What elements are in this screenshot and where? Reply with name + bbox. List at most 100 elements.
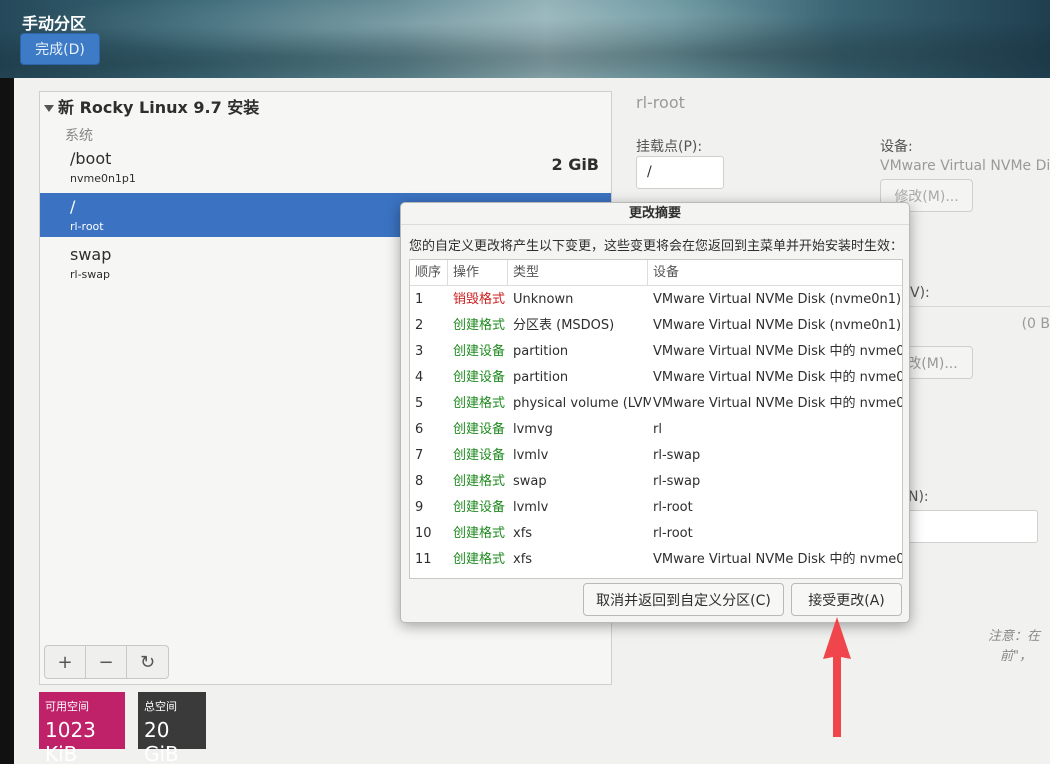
table-row[interactable]: 1 销毁格式 Unknown VMware Virtual NVMe Disk (nv… bbox=[410, 287, 902, 313]
partition-toolbar: + − ↻ bbox=[44, 645, 169, 679]
row-device: rl-root bbox=[653, 500, 693, 515]
row-operation: 销毁格式 bbox=[453, 292, 506, 307]
row-operation: 创建格式 bbox=[453, 474, 506, 489]
refresh-button[interactable]: ↻ bbox=[127, 646, 168, 678]
red-arrow-icon bbox=[823, 617, 851, 737]
mount-point-device: nvme0n1p1 bbox=[70, 172, 136, 185]
mount-point-device: rl-root bbox=[70, 220, 104, 233]
mount-point-label: 挂载点(P): bbox=[636, 139, 703, 155]
free-space-value: 1023 KiB bbox=[45, 718, 96, 764]
row-type: physical volume (LVM) bbox=[513, 396, 651, 411]
row-device: VMware Virtual NVMe Disk 中的 nvme0n1p bbox=[653, 344, 903, 359]
note-text: 注意：在 前"， bbox=[988, 627, 1040, 667]
expand-triangle-icon bbox=[44, 105, 54, 112]
row-device: rl-swap bbox=[653, 474, 701, 489]
total-space-box: 总空间 20 GiB bbox=[138, 692, 206, 764]
free-size-fragment: (0 B bbox=[1021, 316, 1050, 332]
row-operation: 创建设备 bbox=[453, 344, 506, 359]
remove-mount-point-button[interactable]: − bbox=[86, 646, 127, 678]
table-row[interactable]: 7 创建设备 lvmlv rl-swap bbox=[410, 443, 902, 469]
row-type: Unknown bbox=[513, 292, 574, 307]
row-type: partition bbox=[513, 344, 569, 359]
left-edge-strip bbox=[0, 0, 14, 764]
row-operation: 创建格式 bbox=[453, 396, 506, 411]
row-seq: 9 bbox=[415, 500, 424, 515]
note-line-2: 前"， bbox=[1000, 649, 1032, 664]
column-header-device[interactable]: 设备 bbox=[648, 260, 902, 286]
name-label-fragment: N): bbox=[908, 489, 929, 505]
row-device: VMware Virtual NVMe Disk 中的 nvme0n1p bbox=[653, 396, 903, 411]
table-row[interactable]: 8 创建格式 swap rl-swap bbox=[410, 469, 902, 495]
volume-group-label-fragment: V): bbox=[910, 285, 930, 301]
table-row[interactable]: 10 创建格式 xfs rl-root bbox=[410, 521, 902, 547]
row-type: xfs bbox=[513, 552, 533, 567]
mount-point-item-boot[interactable]: /boot nvme0n1p1 2 GiB bbox=[40, 145, 611, 189]
add-mount-point-button[interactable]: + bbox=[45, 646, 86, 678]
row-device: VMware Virtual NVMe Disk (nvme0n1) bbox=[653, 318, 902, 333]
column-header-seq[interactable]: 顺序 bbox=[410, 260, 448, 286]
done-button[interactable]: 完成(D) bbox=[20, 33, 100, 65]
arrow-shape bbox=[823, 617, 851, 737]
row-device: rl-root bbox=[653, 526, 693, 541]
free-space-box: 可用空间 1023 KiB bbox=[39, 692, 125, 764]
page-title: 手动分区 bbox=[22, 14, 87, 33]
section-label-system: 系统 bbox=[65, 128, 93, 144]
row-seq: 2 bbox=[415, 318, 424, 333]
install-title-text: 新 Rocky Linux 9.7 安装 bbox=[58, 98, 260, 117]
row-type: lvmvg bbox=[513, 422, 553, 437]
refresh-icon: ↻ bbox=[139, 651, 156, 673]
row-seq: 5 bbox=[415, 396, 424, 411]
row-operation: 创建设备 bbox=[453, 500, 506, 515]
table-row[interactable]: 2 创建格式 分区表 (MSDOS) VMware Virtual NVMe Disk… bbox=[410, 313, 902, 339]
row-operation: 创建设备 bbox=[453, 422, 506, 437]
mount-point-size: 2 GiB bbox=[551, 155, 599, 174]
row-device: VMware Virtual NVMe Disk (nvme0n1) bbox=[653, 292, 902, 307]
table-row[interactable]: 9 创建设备 lvmlv rl-root bbox=[410, 495, 902, 521]
table-row[interactable]: 3 创建设备 partition VMware Virtual NVMe Disk 中… bbox=[410, 339, 903, 365]
mount-point-name: /boot bbox=[70, 149, 112, 168]
install-group-header[interactable]: 新 Rocky Linux 9.7 安装 bbox=[44, 94, 259, 118]
row-type: swap bbox=[513, 474, 547, 489]
table-row[interactable]: 6 创建设备 lvmvg rl bbox=[410, 417, 902, 443]
row-seq: 3 bbox=[415, 344, 424, 359]
row-device: VMware Virtual NVMe Disk 中的 nvme0n1p bbox=[653, 370, 903, 385]
dialog-title: 更改摘要 bbox=[401, 203, 909, 225]
row-seq: 11 bbox=[415, 552, 432, 567]
accept-changes-button[interactable]: 接受更改(A) bbox=[791, 583, 902, 616]
row-operation: 创建设备 bbox=[453, 448, 506, 463]
row-device: rl bbox=[653, 422, 662, 437]
column-header-type[interactable]: 类型 bbox=[508, 260, 648, 286]
changes-table: 顺序 操作 类型 设备 1 销毁格式 Unknown VMware Virtual N… bbox=[409, 259, 903, 579]
device-value: VMware Virtual NVMe Disk ( bbox=[880, 158, 1050, 174]
mount-point-input[interactable]: / bbox=[636, 156, 724, 189]
name-input[interactable]: t bbox=[892, 510, 1038, 543]
column-header-op[interactable]: 操作 bbox=[448, 260, 508, 286]
note-line-1: 注意：在 bbox=[988, 629, 1041, 644]
row-seq: 7 bbox=[415, 448, 424, 463]
row-seq: 6 bbox=[415, 422, 424, 437]
row-type: 分区表 (MSDOS) bbox=[513, 318, 615, 333]
table-row[interactable]: 5 创建格式 physical volume (LVM) VMware Virtual… bbox=[410, 391, 903, 417]
row-type: partition bbox=[513, 370, 569, 385]
row-operation: 创建格式 bbox=[453, 318, 506, 333]
row-seq: 8 bbox=[415, 474, 424, 489]
row-type: lvmlv bbox=[513, 500, 549, 515]
summary-of-changes-dialog: 更改摘要 您的自定义更改将产生以下变更，这些变更将会在您返回到主菜单并开始安装时… bbox=[400, 202, 910, 623]
mount-point-name: swap bbox=[70, 245, 112, 264]
row-device: rl-swap bbox=[653, 448, 701, 463]
row-operation: 创建格式 bbox=[453, 526, 506, 541]
row-seq: 4 bbox=[415, 370, 424, 385]
row-type: lvmlv bbox=[513, 448, 549, 463]
total-space-value: 20 GiB bbox=[144, 718, 179, 764]
row-device: VMware Virtual NVMe Disk 中的 nvme0n1p bbox=[653, 552, 903, 567]
device-label: 设备: bbox=[880, 139, 913, 155]
cancel-and-return-button[interactable]: 取消并返回到自定义分区(C) bbox=[583, 583, 784, 616]
details-title: rl-root bbox=[636, 93, 685, 112]
row-operation: 创建设备 bbox=[453, 370, 506, 385]
row-type: xfs bbox=[513, 526, 533, 541]
table-row[interactable]: 4 创建设备 partition VMware Virtual NVMe Disk 中… bbox=[410, 365, 903, 391]
row-operation: 创建格式 bbox=[453, 552, 506, 567]
row-seq: 10 bbox=[415, 526, 432, 541]
table-row[interactable]: 11 创建格式 xfs VMware Virtual NVMe Disk 中的 nvm… bbox=[410, 547, 903, 573]
total-space-label: 总空间 bbox=[144, 700, 177, 713]
